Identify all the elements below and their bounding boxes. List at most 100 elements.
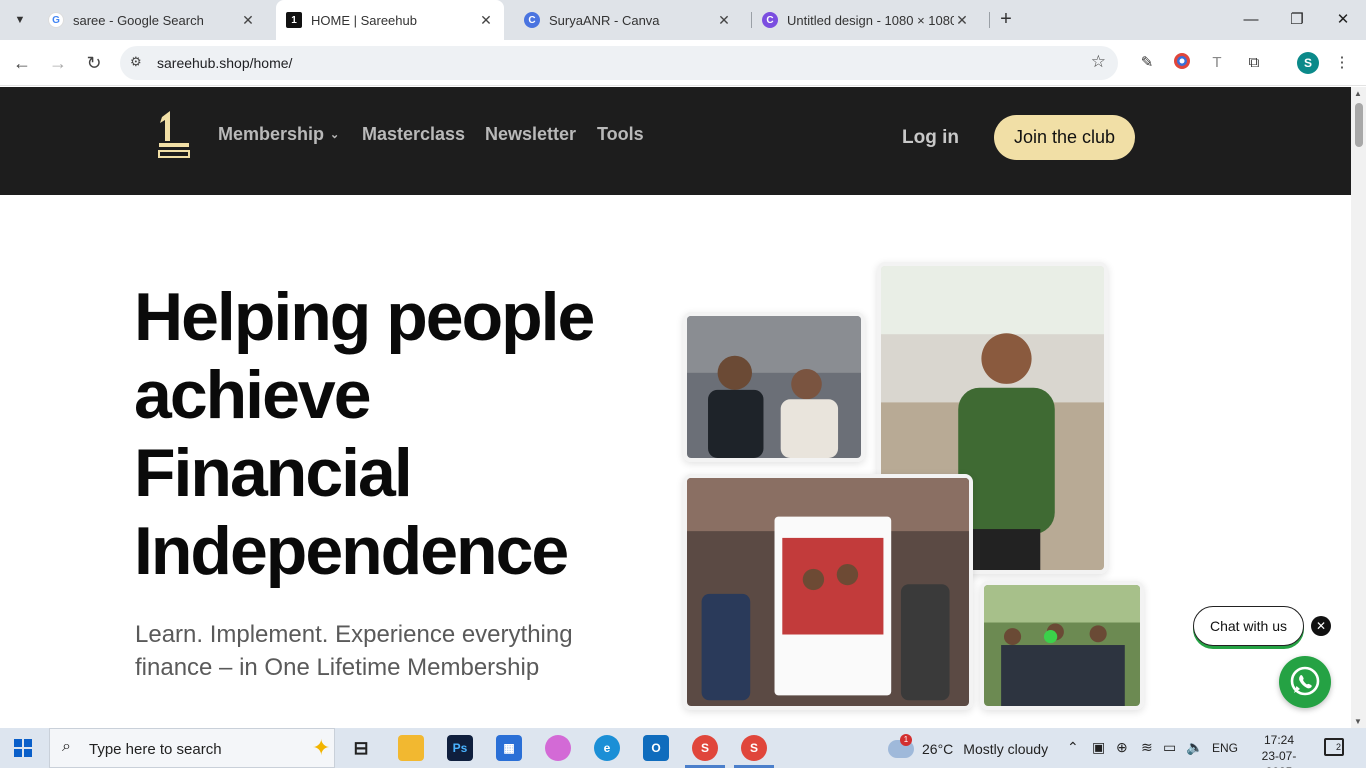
notification-center-icon[interactable]: 2 <box>1324 738 1344 756</box>
chrome-profile-icon[interactable]: S <box>741 735 767 761</box>
hero-subtitle: Learn. Implement. Experience everything … <box>135 621 573 681</box>
volume-icon[interactable]: 🔈 <box>1186 739 1203 756</box>
back-button[interactable]: ← <box>8 49 36 77</box>
close-icon[interactable]: ✕ <box>954 12 970 29</box>
profile-avatar[interactable]: S <box>1297 52 1319 74</box>
close-icon[interactable]: ✕ <box>716 12 732 29</box>
scroll-up-icon[interactable]: ▲ <box>1354 89 1362 98</box>
tab-title: saree - Google Search <box>73 12 204 28</box>
tab-google-search[interactable]: G saree - Google Search ✕ <box>38 4 266 36</box>
hero-title-line: Helping people <box>134 279 595 355</box>
join-club-button[interactable]: Join the club <box>994 115 1135 160</box>
url-text[interactable]: sareehub.shop/home/ <box>157 55 292 71</box>
canva-icon: C <box>762 12 778 28</box>
tab-title: HOME | Sareehub <box>311 12 417 28</box>
windows-start-icon[interactable] <box>14 739 32 757</box>
hero-title-line: Independence <box>134 513 569 589</box>
plus-icon: + <box>1000 8 1012 30</box>
scroll-thumb[interactable] <box>1355 103 1363 147</box>
restore-button[interactable]: ❐ <box>1274 6 1320 34</box>
hero-title: Helping people achieve Financial Indepen… <box>134 278 694 590</box>
tab-search-button[interactable]: ▼ <box>6 6 34 34</box>
file-explorer-icon[interactable] <box>398 735 424 761</box>
tab-title: Untitled design - 1080 × 1080px <box>787 12 954 28</box>
task-view-icon[interactable]: ⊟ <box>348 735 374 761</box>
weather-text: Mostly cloudy <box>963 741 1049 757</box>
photoshop-icon[interactable]: Ps <box>447 735 473 761</box>
microsoft-store-icon[interactable]: ▦ <box>496 735 522 761</box>
hero-title-line: achieve <box>134 357 372 433</box>
sareehub-logo[interactable] <box>156 109 192 159</box>
new-tab-button[interactable]: + <box>994 8 1018 32</box>
whatsapp-icon <box>1290 666 1320 696</box>
nav-membership[interactable]: Membership ⌄ <box>218 124 339 145</box>
nav-masterclass[interactable]: Masterclass <box>362 124 465 145</box>
chevron-down-icon: ▼ <box>14 14 26 26</box>
windows-taskbar: ⌕ Type here to search ✦ ⊟ Ps ▦ e O S S 1… <box>0 728 1366 768</box>
reload-icon: ↻ <box>86 53 102 73</box>
weather-widget[interactable]: 1 26°C Mostly cloudy <box>888 734 1049 758</box>
copilot-icon[interactable] <box>545 735 571 761</box>
site-header: Membership ⌄ Masterclass Newsletter Tools… <box>0 87 1351 195</box>
minimize-icon: — <box>1243 11 1259 28</box>
chat-close-button[interactable]: ✕ <box>1311 616 1331 636</box>
wifi-icon[interactable]: ≋ <box>1141 739 1153 756</box>
tab-title: SuryaANR - Canva <box>549 12 660 28</box>
photo-club-frame <box>683 474 973 710</box>
edge-icon[interactable]: e <box>594 735 620 761</box>
font-extension-icon[interactable]: T <box>1206 52 1228 74</box>
chrome-icon[interactable]: S <box>692 735 718 761</box>
forward-button[interactable]: → <box>44 49 72 77</box>
chevron-up-icon[interactable]: ⌃ <box>1067 739 1079 756</box>
whatsapp-button[interactable] <box>1279 656 1331 708</box>
search-icon: ⌕ <box>62 738 71 755</box>
scroll-down-icon[interactable]: ▼ <box>1354 717 1362 726</box>
system-clock[interactable]: 17:24 23-07-2025 <box>1249 732 1309 768</box>
close-icon: ✕ <box>1336 11 1350 28</box>
reload-button[interactable]: ↻ <box>80 49 108 77</box>
address-bar[interactable]: ⚙ sareehub.shop/home/ ☆ <box>120 46 1118 80</box>
arrow-right-icon: → <box>49 53 67 73</box>
battery-icon[interactable]: ▭ <box>1163 739 1176 756</box>
nav-membership-label: Membership <box>218 124 325 144</box>
tab-canva-suryaanr[interactable]: C SuryaANR - Canva ✕ <box>514 4 742 36</box>
login-link[interactable]: Log in <box>902 127 959 149</box>
photo-friends-laughing <box>683 312 865 462</box>
cloud-icon: 1 <box>888 734 914 758</box>
chevron-down-icon: ⌄ <box>330 129 340 141</box>
notification-count: 2 <box>1335 742 1341 752</box>
tab-sareehub[interactable]: 1 HOME | Sareehub ✕ <box>276 0 504 40</box>
outlook-icon[interactable]: O <box>643 735 669 761</box>
hero-title-line: Financial <box>134 435 413 511</box>
eyedropper-extension-icon[interactable]: ✎ <box>1136 52 1158 74</box>
tab-separator <box>989 12 990 28</box>
site-info-icon[interactable]: ⚙ <box>130 54 142 70</box>
color-extension-icon[interactable] <box>1171 52 1193 74</box>
page-scrollbar[interactable]: ▲ ▼ <box>1351 87 1366 728</box>
arrow-left-icon: ← <box>13 53 31 73</box>
nav-newsletter[interactable]: Newsletter <box>485 124 576 145</box>
minimize-button[interactable]: — <box>1228 6 1274 34</box>
weather-temp: 26°C <box>922 741 954 757</box>
close-icon[interactable]: ✕ <box>478 12 494 29</box>
clock-time: 17:24 <box>1263 733 1295 747</box>
color-wheel-icon <box>1174 53 1190 69</box>
meet-icon[interactable]: ▣ <box>1092 739 1105 756</box>
chat-with-us-bubble[interactable]: Chat with us <box>1193 606 1304 646</box>
more-menu-icon[interactable]: ⋮ <box>1331 52 1353 74</box>
browser-toolbar: ← → ↻ ⚙ sareehub.shop/home/ ☆ ✎ T ⧉ S ⋮ <box>0 40 1366 86</box>
close-icon[interactable]: ✕ <box>240 12 256 29</box>
weather-badge: 1 <box>900 734 912 746</box>
copilot-sparkle-icon: ✦ <box>312 735 331 760</box>
photo-outdoor-group <box>980 581 1144 710</box>
restore-icon: ❐ <box>1290 11 1304 28</box>
bookmark-star-icon[interactable]: ☆ <box>1091 52 1106 72</box>
nav-tools[interactable]: Tools <box>597 124 644 145</box>
close-window-button[interactable]: ✕ <box>1320 6 1366 34</box>
tab-canva-untitled[interactable]: C Untitled design - 1080 × 1080px ✕ <box>752 4 980 36</box>
network-status-icon[interactable]: ⊕ <box>1116 739 1128 756</box>
canva-icon: C <box>524 12 540 28</box>
taskbar-search[interactable]: ⌕ Type here to search ✦ <box>49 728 335 768</box>
extensions-puzzle-icon[interactable]: ⧉ <box>1243 52 1265 74</box>
language-indicator[interactable]: ENG <box>1212 741 1238 755</box>
